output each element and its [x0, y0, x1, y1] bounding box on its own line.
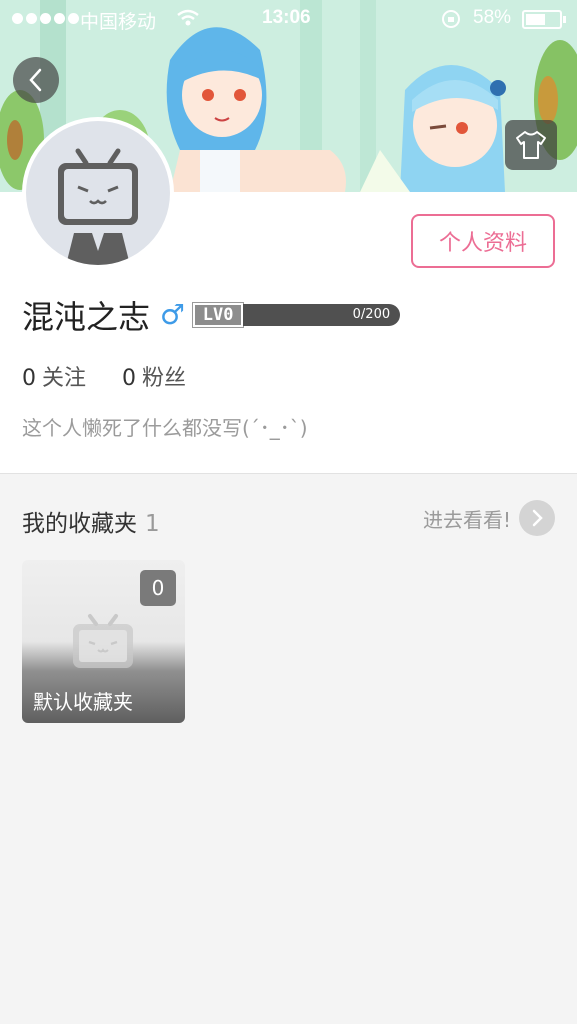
level-badge: LV0: [192, 302, 245, 328]
experience-bar: 0/200: [243, 304, 401, 326]
battery-icon: [522, 10, 566, 29]
folder-name: 默认收藏夹: [33, 690, 133, 714]
tv-placeholder-icon: [73, 614, 133, 668]
following-count: 0: [22, 366, 36, 391]
carrier-name: 中国移动: [80, 12, 157, 33]
user-signature: 这个人懒死了什么都没写(´･_･`): [22, 416, 308, 440]
following-label: 关注: [42, 366, 87, 391]
theme-skin-button[interactable]: [505, 120, 557, 170]
chevron-left-icon: [29, 68, 42, 92]
followers-label: 粉丝: [142, 366, 187, 391]
rotation-lock-icon: [442, 10, 460, 28]
favorites-header: 我的收藏夹 1 进去看看!: [22, 500, 555, 538]
followers-count: 0: [122, 366, 137, 391]
following-stat[interactable]: 0 关注: [22, 360, 86, 392]
folder-item-count: 0: [140, 570, 176, 606]
profile-info-button[interactable]: 个人资料: [411, 214, 555, 268]
view-more-label: 进去看看!: [422, 507, 511, 532]
back-button[interactable]: [13, 57, 59, 103]
favorites-count: 1: [145, 511, 160, 537]
favorites-title-row: 我的收藏夹 1: [22, 504, 160, 538]
followers-stat[interactable]: 0 粉丝: [122, 360, 186, 392]
wifi-icon: [177, 9, 199, 26]
avatar[interactable]: [22, 117, 174, 269]
tv-mascot-icon: [58, 148, 138, 265]
name-row: 混沌之志 ♂ LV0 0/200: [22, 292, 401, 338]
favorites-title: 我的收藏夹: [22, 511, 137, 537]
shirt-icon: [516, 131, 546, 159]
experience-text: 0/200: [352, 307, 391, 322]
battery-percent: 58%: [473, 7, 512, 28]
favorite-folder-card[interactable]: 0 默认收藏夹: [22, 560, 185, 723]
status-bar: 中国移动 13:06 58%: [0, 0, 577, 38]
battery-fill: [526, 14, 545, 25]
view-favorites-link[interactable]: 进去看看!: [423, 500, 555, 536]
male-gender-icon: ♂: [160, 298, 186, 331]
clock: 13:06: [262, 7, 311, 28]
arrow-right-circle-icon: [519, 500, 555, 536]
signal-strength-icon: [12, 13, 79, 24]
username: 混沌之志: [22, 298, 151, 336]
follow-stats: 0 关注 0 粉丝: [22, 360, 186, 392]
